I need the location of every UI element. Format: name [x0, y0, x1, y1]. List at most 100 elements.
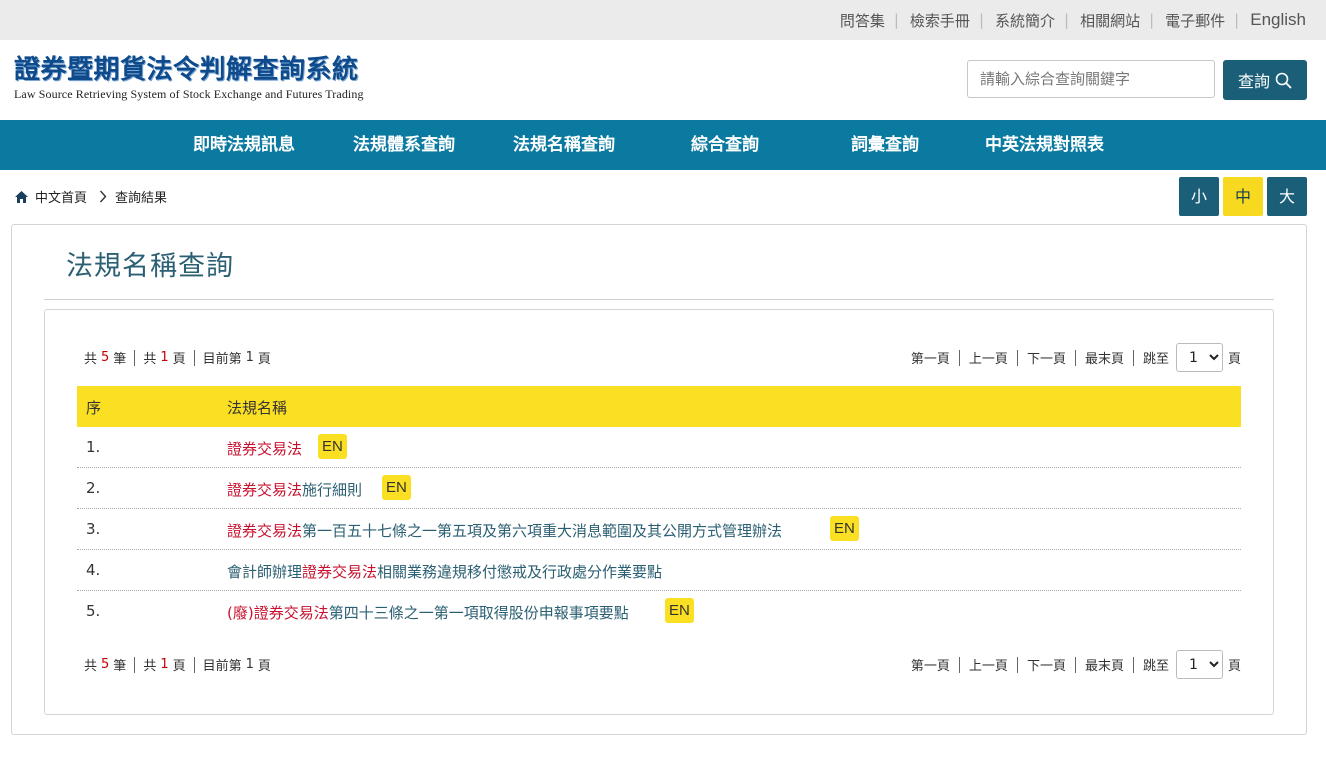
pager-info-bottom: 共5筆 共1頁 目前第 1 頁: [84, 655, 271, 674]
pager-text: 頁: [172, 352, 186, 367]
first-page-link[interactable]: 第一頁: [911, 348, 950, 367]
law-name-link[interactable]: 證券交易法第一百五十七條之一第五項及第六項重大消息範圍及其公開方式管理辦法: [227, 520, 782, 541]
top-link-manual[interactable]: 檢索手冊: [910, 10, 970, 31]
table-row: 1. 證券交易法 EN: [77, 427, 1241, 468]
nav-bilingual-table[interactable]: 中英法規對照表: [985, 120, 1104, 170]
divider: [958, 656, 960, 673]
table-row: 3. 證券交易法第一百五十七條之一第五項及第六項重大消息範圍及其公開方式管理辦法…: [77, 509, 1241, 550]
en-version-badge[interactable]: EN: [382, 475, 411, 500]
pager-info-top: 共5筆 共1頁 目前第 1 頁: [84, 348, 271, 367]
law-name-link[interactable]: 會計師辦理證券交易法相關業務違規移付懲戒及行政處分作業要點: [227, 561, 662, 582]
law-suffix[interactable]: 第一百五十七條之一第五項及第六項重大消息範圍及其公開方式管理辦法: [302, 522, 782, 540]
divider: [1132, 656, 1134, 673]
top-link-email[interactable]: 電子郵件: [1165, 10, 1225, 31]
prev-page-link[interactable]: 上一頁: [969, 655, 1008, 674]
home-icon[interactable]: [14, 190, 29, 204]
first-page-link[interactable]: 第一頁: [911, 655, 950, 674]
font-size-medium-button[interactable]: 中: [1223, 177, 1263, 216]
law-suffix[interactable]: 相關業務違規移付懲戒及行政處分作業要點: [377, 563, 662, 581]
total-count: 5: [101, 350, 110, 365]
law-keyword[interactable]: 證券交易法: [227, 440, 302, 458]
nav-system-query[interactable]: 法規體系查詢: [353, 120, 455, 170]
divider: [1016, 349, 1018, 366]
law-keyword[interactable]: 證券交易法: [302, 563, 377, 581]
nav-realtime-news[interactable]: 即時法規訊息: [193, 120, 295, 170]
divider: [193, 656, 195, 673]
title-divider: [44, 299, 1274, 300]
header-law-name: 法規名稱: [227, 399, 288, 417]
top-link-english[interactable]: English: [1250, 10, 1306, 30]
law-keyword[interactable]: 證券交易法: [227, 481, 302, 499]
row-seq: 2.: [86, 479, 101, 497]
law-name-link[interactable]: 證券交易法: [227, 438, 302, 459]
next-page-link[interactable]: 下一頁: [1027, 348, 1066, 367]
pager-text: 共: [84, 659, 98, 674]
divider: [958, 349, 960, 366]
last-page-link[interactable]: 最末頁: [1085, 655, 1124, 674]
nav-combined-query[interactable]: 綜合查詢: [691, 120, 759, 170]
top-link-about[interactable]: 系統簡介: [995, 10, 1055, 31]
font-size-large-button[interactable]: 大: [1267, 177, 1307, 216]
divider: [1016, 656, 1018, 673]
page-title: 法規名稱查詢: [66, 251, 234, 282]
goto-unit: 頁: [1227, 659, 1241, 674]
header-seq: 序: [86, 399, 102, 417]
law-prefix[interactable]: 會計師辦理: [227, 563, 302, 581]
table-row: 2. 證券交易法施行細則 EN: [77, 468, 1241, 509]
divider: |: [893, 11, 899, 29]
current-page: 1: [245, 350, 254, 365]
top-link-related-sites[interactable]: 相關網站: [1080, 10, 1140, 31]
row-seq: 4.: [86, 561, 101, 579]
row-seq: 1.: [86, 438, 101, 456]
content-panel: 法規名稱查詢 共5筆 共1頁 目前第 1 頁 第一頁 上一頁 下一頁 最末頁 跳至 …: [11, 224, 1307, 735]
pager-nav-bottom: 第一頁 上一頁 下一頁 最末頁 跳至 1 頁: [911, 650, 1241, 679]
font-size-small-button[interactable]: 小: [1179, 177, 1219, 216]
divider: |: [1234, 11, 1240, 29]
goto-page-select[interactable]: 1: [1175, 343, 1223, 372]
goto-page-select[interactable]: 1: [1175, 650, 1223, 679]
divider: [1074, 349, 1076, 366]
en-version-badge[interactable]: EN: [665, 598, 694, 623]
law-keyword[interactable]: 證券交易法: [227, 522, 302, 540]
top-utility-bar: 問答集 | 檢索手冊 | 系統簡介 | 相關網站 | 電子郵件 | English: [0, 0, 1326, 40]
law-keyword[interactable]: 證券交易法: [254, 604, 329, 622]
breadcrumb: 中文首頁 查詢結果: [14, 187, 167, 206]
prev-page-link[interactable]: 上一頁: [969, 348, 1008, 367]
last-page-link[interactable]: 最末頁: [1085, 348, 1124, 367]
en-version-badge[interactable]: EN: [318, 434, 347, 459]
pager-nav-top: 第一頁 上一頁 下一頁 最末頁 跳至 1 頁: [911, 343, 1241, 372]
table-row: 5. (廢)證券交易法第四十三條之一第一項取得股份申報事項要點 EN: [77, 591, 1241, 632]
pager-text: 目前第: [202, 352, 242, 367]
goto-label: 跳至: [1142, 352, 1169, 367]
current-page: 1: [245, 657, 254, 672]
nav-glossary-query[interactable]: 詞彙查詢: [851, 120, 919, 170]
breadcrumb-home[interactable]: 中文首頁: [35, 187, 87, 206]
divider: [193, 349, 195, 366]
pager-text: 筆: [113, 352, 127, 367]
table-row: 4. 會計師辦理證券交易法相關業務違規移付懲戒及行政處分作業要點: [77, 550, 1241, 591]
law-name-link[interactable]: 證券交易法施行細則: [227, 479, 362, 500]
law-prefix[interactable]: (廢): [227, 604, 254, 622]
pager-text: 頁: [257, 352, 271, 367]
nav-name-query[interactable]: 法規名稱查詢: [513, 120, 615, 170]
logo-title-zh: 證券暨期貨法令判解查詢系統: [14, 55, 359, 85]
total-count: 5: [101, 657, 110, 672]
pager-text: 筆: [113, 659, 127, 674]
divider: [134, 349, 136, 366]
next-page-link[interactable]: 下一頁: [1027, 655, 1066, 674]
divider: |: [978, 11, 984, 29]
en-version-badge[interactable]: EN: [830, 516, 859, 541]
law-suffix[interactable]: 施行細則: [302, 481, 362, 499]
divider: [1132, 349, 1134, 366]
search-input[interactable]: [967, 60, 1215, 98]
search-button[interactable]: 查詢: [1223, 60, 1307, 100]
law-name-link[interactable]: (廢)證券交易法第四十三條之一第一項取得股份申報事項要點: [227, 602, 629, 623]
pager-text: 共: [84, 352, 98, 367]
main-nav: 即時法規訊息 法規體系查詢 法規名稱查詢 綜合查詢 詞彙查詢 中英法規對照表: [0, 120, 1326, 170]
chevron-right-icon: [99, 190, 107, 203]
logo-title-en: Law Source Retrieving System of Stock Ex…: [14, 87, 364, 101]
site-logo[interactable]: 證券暨期貨法令判解查詢系統 Law Source Retrieving Syst…: [14, 55, 364, 102]
law-suffix[interactable]: 第四十三條之一第一項取得股份申報事項要點: [329, 604, 629, 622]
goto-label: 跳至: [1142, 659, 1169, 674]
top-link-faq[interactable]: 問答集: [840, 10, 885, 31]
